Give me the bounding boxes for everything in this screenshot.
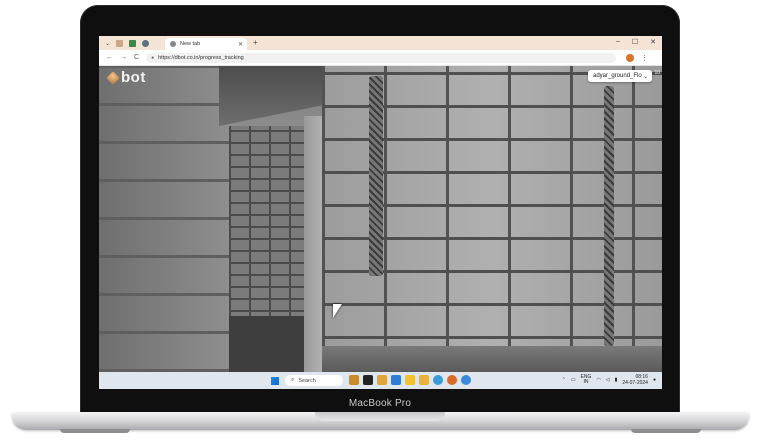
- dbot-logo-mark-icon: [106, 70, 120, 85]
- tab-title: New tab: [180, 41, 201, 47]
- taskbar-app-icon[interactable]: [405, 375, 415, 385]
- floor-select-value: adyar_ground_Flo: [593, 73, 642, 79]
- taskbar-app-icon[interactable]: [363, 375, 373, 385]
- photo-floor: [322, 346, 662, 372]
- tab-favicon-icon: [170, 41, 176, 47]
- laptop-opening-notch: [315, 412, 445, 421]
- tray-clock[interactable]: 08:16 24-07-2024: [622, 374, 648, 386]
- forward-icon[interactable]: →: [120, 54, 127, 61]
- profile-avatar[interactable]: [626, 53, 635, 62]
- tab-new-tab[interactable]: New tab ✕: [165, 38, 247, 50]
- address-bar[interactable]: ● https://dbot.co.in/progress_tracking: [146, 52, 617, 63]
- minimize-icon[interactable]: –: [616, 38, 620, 46]
- volume-icon[interactable]: ◁: [606, 377, 610, 383]
- window-controls: – ☐ ✕: [616, 38, 656, 46]
- device-brand-label: MacBook Pro: [348, 398, 412, 409]
- battery-icon[interactable]: ▮: [615, 377, 618, 383]
- address-url: https://dbot.co.in/progress_tracking: [158, 54, 244, 61]
- maximize-icon[interactable]: ☐: [632, 38, 638, 46]
- floor-select-dropdown[interactable]: adyar_ground_Flo ⌄: [588, 70, 652, 82]
- tray-app-icon[interactable]: ▭: [571, 377, 576, 383]
- browser-toolbar: ← → C ● https://dbot.co.in/progress_trac…: [99, 50, 662, 66]
- taskbar-app-icon[interactable]: [391, 375, 401, 385]
- reload-icon[interactable]: C: [134, 54, 139, 61]
- pinned-tab-icon[interactable]: [129, 39, 137, 47]
- tray-date: 24-07-2024: [622, 380, 648, 386]
- pinned-tab-icon[interactable]: [116, 39, 124, 47]
- notification-bell-icon[interactable]: ●: [653, 377, 656, 383]
- taskbar-search[interactable]: ⌕ Search: [285, 375, 343, 386]
- taskbar-app-icon[interactable]: [377, 375, 387, 385]
- search-icon: ⌕: [291, 377, 295, 383]
- taskbar-search-placeholder: Search: [298, 377, 316, 384]
- tray-language[interactable]: ENG IN: [581, 375, 592, 385]
- mouse-cursor-icon: [333, 304, 342, 318]
- taskbar-app-icon[interactable]: [447, 375, 457, 385]
- wifi-icon[interactable]: ◠: [596, 377, 600, 383]
- tray-lang-bottom: IN: [583, 379, 589, 385]
- pinned-tab-icon[interactable]: [142, 39, 150, 47]
- photo-conduit: [369, 76, 383, 276]
- photo-conduit: [604, 86, 614, 346]
- tab-close-icon[interactable]: ✕: [238, 41, 243, 48]
- taskbar-app-icon[interactable]: [419, 375, 429, 385]
- close-window-icon[interactable]: ✕: [650, 38, 656, 46]
- chevron-down-icon: ⌄: [642, 73, 648, 80]
- lock-icon: ●: [151, 54, 155, 61]
- corner-label: 10: [654, 70, 660, 76]
- photo-left-wall: [99, 66, 229, 372]
- photo-pillar: [304, 116, 322, 372]
- taskbar-app-icon[interactable]: [461, 375, 471, 385]
- kebab-menu-icon[interactable]: ⋮: [641, 54, 648, 62]
- browser-tab-strip: ⌄ New tab ✕ + – ☐ ✕: [99, 36, 662, 50]
- screen: ⌄ New tab ✕ + – ☐ ✕ ← → C ● https://dbot…: [99, 36, 662, 389]
- tab-search-icon[interactable]: ⌄: [105, 40, 110, 47]
- photo-corridor-floor: [229, 316, 304, 372]
- back-icon[interactable]: ←: [106, 54, 113, 61]
- system-tray: ⌃ ▭ ENG IN ◠ ◁ ▮ 08:16 24-07-2024 ●: [562, 374, 656, 386]
- laptop-foot: [60, 429, 130, 433]
- dbot-logo[interactable]: bot: [106, 69, 146, 86]
- new-tab-button[interactable]: +: [253, 38, 258, 47]
- windows-taskbar: ⌕ Search ⌃ ▭ ENG IN ◠ ◁ ▮ 08:16 24-07-20…: [99, 372, 662, 389]
- logo-text: bot: [121, 69, 146, 86]
- tray-chevron-up-icon[interactable]: ⌃: [562, 377, 566, 383]
- taskbar-app-icons: [349, 375, 471, 385]
- macbook-laptop: ⌄ New tab ✕ + – ☐ ✕ ← → C ● https://dbot…: [0, 0, 761, 445]
- laptop-foot: [631, 429, 701, 433]
- windows-start-icon[interactable]: [271, 377, 279, 385]
- taskbar-app-icon[interactable]: [349, 375, 359, 385]
- taskbar-app-icon[interactable]: [433, 375, 443, 385]
- site-viewer-photo[interactable]: bot adyar_ground_Flo ⌄ 10: [99, 66, 662, 372]
